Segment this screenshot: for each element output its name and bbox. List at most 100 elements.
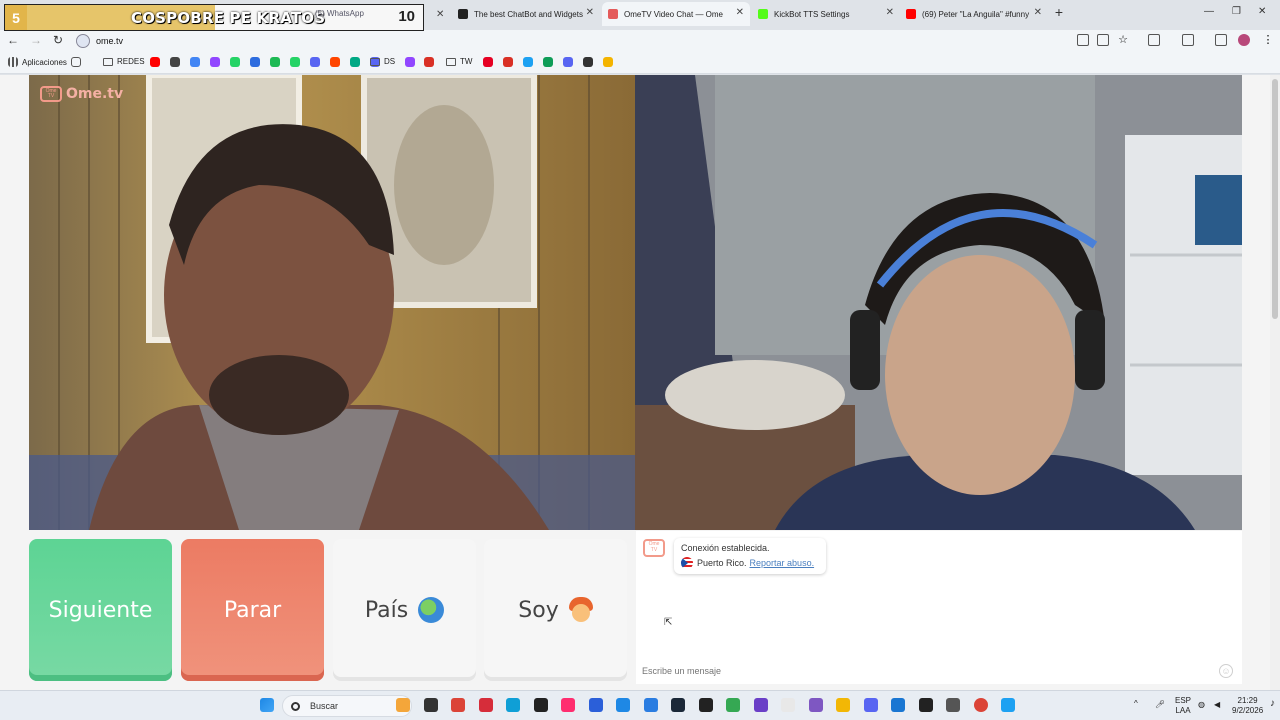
bookmark-site-icon[interactable] [563, 57, 573, 67]
partner-country: Puerto Rico. [697, 558, 747, 568]
taskbar-app-icon[interactable] [561, 698, 575, 712]
media-controls-icon[interactable] [1215, 34, 1227, 46]
taskbar-app-icon[interactable] [506, 698, 520, 712]
bookmark-site-icon[interactable] [583, 57, 593, 67]
message-input[interactable] [642, 664, 1222, 678]
forward-arrow-icon[interactable]: → [28, 33, 44, 47]
maximize-icon[interactable]: ❐ [1232, 6, 1241, 17]
next-button[interactable]: Siguiente [29, 539, 172, 681]
bookmark-site-icon[interactable] [603, 57, 613, 67]
taskbar-app-icon[interactable] [781, 698, 795, 712]
start-windows-icon[interactable] [260, 698, 274, 712]
bookmark-site-icon[interactable] [250, 57, 260, 67]
close-icon[interactable]: ✕ [886, 7, 894, 18]
overlay-title: COSPOBRE PE KRATOS [131, 9, 326, 27]
tab-youtube[interactable]: (69) Peter "La Anguila" #funny ✕ [900, 2, 1048, 26]
bookmark-site-icon[interactable] [150, 57, 160, 67]
clock[interactable]: 21:29 9/2/2026 [1232, 696, 1263, 716]
notifications-bell-icon[interactable]: ♪ [1270, 699, 1275, 709]
gender-button[interactable]: Soy [484, 539, 627, 681]
bookmark-folder-redes[interactable]: REDES [103, 57, 145, 66]
taskbar-app-icon[interactable] [588, 698, 603, 712]
bookmark-site-icon[interactable] [350, 57, 360, 67]
taskbar-app-icon[interactable] [918, 698, 933, 712]
taskbar-app-icon[interactable] [753, 698, 768, 712]
stop-button[interactable]: Parar [181, 539, 324, 681]
taskbar-app-icon[interactable] [643, 698, 658, 712]
close-icon[interactable]: ✕ [436, 9, 444, 20]
lang-top: ESP [1175, 696, 1192, 705]
taskbar-app-icon[interactable] [836, 698, 850, 712]
taskbar-app-icon[interactable] [533, 698, 548, 712]
reload-icon[interactable]: ↻ [50, 33, 66, 47]
tab-close-whatsapp[interactable]: ✕ [430, 2, 450, 26]
emoji-picker-icon[interactable]: ☺ [1219, 664, 1233, 678]
tray-overflow-chevron-icon[interactable]: ^ [1134, 699, 1138, 709]
ometv-logo[interactable]: Ome TV Ome.tv [40, 86, 123, 102]
bookmark-folder-ds[interactable]: DS [370, 57, 395, 66]
network-icon[interactable]: ◍ [1198, 700, 1205, 710]
minimize-icon[interactable]: — [1204, 6, 1214, 17]
globe-icon [418, 597, 445, 623]
menu-kebab-icon[interactable]: ⋮ [1262, 34, 1274, 46]
taskbar-app-icon[interactable] [863, 698, 878, 712]
bookmark-star-icon[interactable]: ☆ [1117, 34, 1129, 46]
bookmark-apps[interactable]: Aplicaciones [8, 57, 67, 67]
taskbar-app-icon[interactable] [891, 698, 905, 712]
taskbar-app-icon[interactable] [808, 698, 823, 712]
taskbar-app-icon[interactable] [1001, 698, 1015, 712]
back-arrow-icon[interactable]: ← [5, 33, 21, 47]
close-icon[interactable]: ✕ [586, 7, 594, 18]
tab-kickbot[interactable]: KickBot TTS Settings ✕ [752, 2, 900, 26]
report-abuse-link[interactable]: Reportar abuso. [750, 558, 815, 568]
keyboard-language[interactable]: ESP LAA [1175, 696, 1191, 716]
bookmark-site-icon[interactable] [310, 57, 320, 67]
bookmark-site-icon[interactable] [270, 57, 280, 67]
translate-icon[interactable] [1077, 34, 1089, 46]
tab-ometv[interactable]: OmeTV Video Chat — Ome ✕ [602, 2, 750, 26]
tab-chatbot[interactable]: The best ChatBot and Widgets ✕ [452, 2, 600, 26]
cast-icon[interactable] [1097, 34, 1109, 46]
microphone-icon[interactable]: 🎤︎ [1155, 700, 1165, 710]
bookmark-site-icon[interactable] [210, 57, 220, 67]
bookmark-site-icon[interactable] [290, 57, 300, 67]
omnibox[interactable]: ome.tv [76, 31, 1066, 50]
bookmark-site-icon[interactable] [503, 57, 513, 67]
profile-avatar[interactable] [1238, 34, 1250, 46]
scrollbar-thumb[interactable] [1272, 79, 1278, 319]
site-info-icon[interactable] [76, 33, 90, 48]
taskbar-app-icon[interactable] [478, 698, 493, 712]
lang-bottom: LAA [1175, 706, 1191, 715]
volume-icon[interactable]: ◀︎ [1214, 700, 1220, 710]
tab-grid-icon[interactable] [71, 57, 81, 67]
taskbar-app-icon[interactable] [451, 698, 465, 712]
taskbar-app-icon[interactable] [946, 698, 960, 712]
bookmark-site-icon[interactable] [170, 57, 180, 67]
taskbar-app-icon[interactable] [973, 698, 988, 712]
page-scrollbar[interactable] [1270, 75, 1280, 690]
url-text[interactable]: ome.tv [96, 36, 123, 46]
taskbar-app-icon[interactable] [698, 698, 713, 712]
country-button[interactable]: País [333, 539, 476, 681]
bookmark-site-icon[interactable] [523, 57, 533, 67]
bookmark-site-icon[interactable] [190, 57, 200, 67]
close-icon[interactable]: ✕ [736, 7, 744, 18]
close-icon[interactable]: ✕ [1034, 7, 1042, 18]
bookmark-site-icon[interactable] [230, 57, 240, 67]
bookmark-icon-ak[interactable] [424, 57, 434, 67]
taskbar-app-icon[interactable] [671, 698, 685, 712]
taskbar-search[interactable]: Buscar [282, 695, 412, 717]
new-tab-button[interactable]: + [1050, 3, 1068, 21]
taskbar-app-icon[interactable] [423, 698, 438, 712]
sidepanel-icon[interactable] [1182, 34, 1194, 46]
extensions-icon[interactable] [1148, 34, 1160, 46]
bookmark-site-icon[interactable] [330, 57, 340, 67]
bookmark-icon-twitch[interactable] [405, 57, 415, 67]
taskbar-app-icon[interactable] [726, 698, 740, 712]
taskbar-app-icon[interactable] [396, 698, 410, 712]
close-window-icon[interactable]: ✕ [1258, 6, 1266, 17]
bookmark-site-icon[interactable] [483, 57, 493, 67]
bookmark-folder-tw[interactable]: TW [446, 57, 472, 66]
bookmark-site-icon[interactable] [543, 57, 553, 67]
taskbar-app-icon[interactable] [616, 698, 630, 712]
